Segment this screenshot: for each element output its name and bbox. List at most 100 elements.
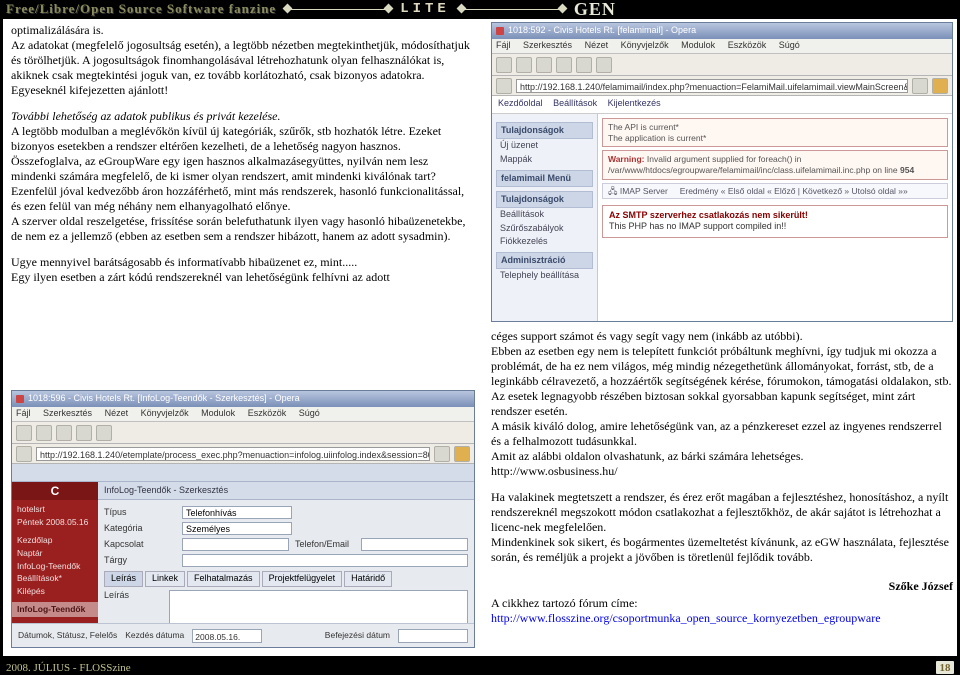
toolbar-button[interactable] xyxy=(76,425,92,441)
contact-input[interactable] xyxy=(182,538,289,551)
sidebar-item[interactable]: Beállítások* xyxy=(17,572,93,585)
menu-item[interactable]: Eszközök xyxy=(728,40,767,50)
egw-topnav[interactable]: Kezdőoldal Beállítások Kijelentkezés xyxy=(492,96,952,114)
tab-project[interactable]: Projektfelügyelet xyxy=(262,571,343,586)
tab-auth[interactable]: Felhatalmazás xyxy=(187,571,260,586)
field-label: Típus xyxy=(104,507,176,518)
sidebar-item[interactable]: Telephely beállítása xyxy=(496,269,593,282)
para: Ha valakinek megtetszett a rendszer, és … xyxy=(491,490,953,535)
topnav-link[interactable]: Kezdőoldal xyxy=(498,98,543,108)
php-warning-box: Warning: Invalid argument supplied for f… xyxy=(602,150,948,179)
sidebar-item[interactable]: Naptár xyxy=(17,547,93,560)
browser-toolbar[interactable] xyxy=(12,422,474,444)
menu-item[interactable]: Fájl xyxy=(16,408,31,418)
end-date-input[interactable] xyxy=(398,629,468,643)
menu-item[interactable]: Szerkesztés xyxy=(43,408,92,418)
toolbar-button[interactable] xyxy=(576,57,592,73)
browser-menubar[interactable]: Fájl Szerkesztés Nézet Könyvjelzők Modul… xyxy=(12,407,474,422)
url-input[interactable]: http://192.168.1.240/etemplate/process_e… xyxy=(36,447,430,461)
menu-item[interactable]: Modulok xyxy=(681,40,715,50)
toolbar-button[interactable] xyxy=(16,425,32,441)
start-date-input[interactable]: 2008.05.16. xyxy=(192,629,262,643)
menu-item[interactable]: Eszközök xyxy=(248,408,287,418)
toolbar-button[interactable] xyxy=(96,425,112,441)
topnav-link[interactable]: Kijelentkezés xyxy=(608,98,661,108)
menu-item[interactable]: Fájl xyxy=(496,40,511,50)
logo-badge: C xyxy=(12,482,98,500)
tab-description[interactable]: Leírás xyxy=(104,571,143,586)
sidebar-item[interactable]: Kezdőlap xyxy=(17,534,93,547)
toolbar-button[interactable] xyxy=(516,57,532,73)
menu-item[interactable]: Szerkesztés xyxy=(523,40,572,50)
gen-label: GEN xyxy=(574,0,616,20)
sidebar-section[interactable]: felamimail Menü xyxy=(496,170,593,187)
toolbar-button[interactable] xyxy=(36,425,52,441)
para: A szerver oldal reszelgetése, frissítése… xyxy=(11,214,475,244)
sidebar-section[interactable]: Tulajdonságok xyxy=(496,191,593,208)
field-label: Telefon/Email xyxy=(295,539,355,550)
go-button[interactable] xyxy=(912,78,928,94)
para-italic: További lehetőség az adatok publikus és … xyxy=(11,109,475,124)
sidebar-item[interactable]: Beállítások xyxy=(496,208,593,221)
category-select[interactable]: Személyes xyxy=(182,522,292,535)
error-title: Az SMTP szerverhez csatlakozás nem siker… xyxy=(609,210,941,221)
forum-label: A cikkhez tartozó fórum címe: xyxy=(491,596,953,611)
toolbar-button[interactable] xyxy=(536,57,552,73)
error-sub: This PHP has no IMAP support compiled in… xyxy=(609,221,941,232)
url-line: http://www.osbusiness.hu/ xyxy=(491,464,953,479)
tab-links[interactable]: Linkek xyxy=(145,571,185,586)
toolbar-button[interactable] xyxy=(596,57,612,73)
sidebar-section[interactable]: Tulajdonságok xyxy=(496,122,593,139)
infolog-bottombar: Dátumok, Státusz, Felelős Kezdés dátuma … xyxy=(12,623,474,647)
field-label: Tárgy xyxy=(104,555,176,566)
url-input[interactable]: http://192.168.1.240/felamimail/index.ph… xyxy=(516,79,908,93)
sidebar-section[interactable]: Adminisztráció xyxy=(496,252,593,269)
api-status-box: The API is current* The application is c… xyxy=(602,118,948,147)
pager-nav[interactable]: Eredmény « Első oldal « Előző | Következ… xyxy=(680,186,908,196)
sidebar-item[interactable]: Fiókkezelés xyxy=(496,235,593,248)
sidebar-item[interactable]: Kilépés xyxy=(17,585,93,598)
forum-url[interactable]: http://www.flosszine.org/csoportmunka_op… xyxy=(491,611,953,626)
sidebar-user: hotelsrt xyxy=(17,503,93,516)
para: A másik kiváló dolog, amire lehetőségünk… xyxy=(491,419,953,449)
toolbar-button[interactable] xyxy=(56,425,72,441)
browser-menubar[interactable]: Fájl Szerkesztés Nézet Könyvjelzők Modul… xyxy=(492,39,952,54)
nav-button[interactable] xyxy=(16,446,32,462)
opera-icon[interactable] xyxy=(454,446,470,462)
address-bar[interactable]: http://192.168.1.240/felamimail/index.ph… xyxy=(492,76,952,96)
screenshot-felamimail: 1018:592 - Civis Hotels Rt. [felamimail]… xyxy=(491,22,953,322)
browser-toolbar[interactable] xyxy=(492,54,952,76)
menu-item[interactable]: Súgó xyxy=(299,408,320,418)
type-select[interactable]: Telefonhívás xyxy=(182,506,292,519)
sidebar-item[interactable]: Mappák xyxy=(496,153,593,166)
sidebar-item[interactable]: InfoLog-Teendők xyxy=(17,560,93,573)
para: A legtöbb modulban a meglévőkön kívül új… xyxy=(11,124,475,154)
tab-deadline[interactable]: Határidő xyxy=(344,571,392,586)
menu-item[interactable]: Nézet xyxy=(105,408,129,418)
toolbar-button[interactable] xyxy=(556,57,572,73)
sidebar-item[interactable]: Új üzenet xyxy=(496,139,593,152)
topnav-link[interactable]: Beállítások xyxy=(553,98,597,108)
menu-item[interactable]: Könyvjelzők xyxy=(141,408,189,418)
nav-button[interactable] xyxy=(496,78,512,94)
article-col-right: céges support számot és vagy segít vagy … xyxy=(491,329,953,626)
egw-main: The API is current* The application is c… xyxy=(598,114,952,321)
subject-input[interactable] xyxy=(182,554,468,567)
opera-icon[interactable] xyxy=(932,78,948,94)
menu-item[interactable]: Nézet xyxy=(585,40,609,50)
imap-label: IMAP Server xyxy=(620,186,668,196)
go-button[interactable] xyxy=(434,446,450,462)
address-bar[interactable]: http://192.168.1.240/etemplate/process_e… xyxy=(12,444,474,464)
lite-label: LITE xyxy=(400,1,450,17)
tel-email-input[interactable] xyxy=(361,538,468,551)
sidebar-item[interactable]: Szűrőszabályok xyxy=(496,222,593,235)
toolbar-button[interactable] xyxy=(496,57,512,73)
rule-decor xyxy=(462,9,562,10)
sidebar-section[interactable]: InfoLog-Teendők xyxy=(12,602,98,617)
menu-item[interactable]: Súgó xyxy=(779,40,800,50)
menu-item[interactable]: Modulok xyxy=(201,408,235,418)
para: céges support számot és vagy segít vagy … xyxy=(491,329,953,344)
menu-item[interactable]: Könyvjelzők xyxy=(621,40,669,50)
field-label: Leírás xyxy=(104,590,163,601)
para: Ezenfelül jóval kedvezőbb áron hozzáférh… xyxy=(11,184,475,214)
